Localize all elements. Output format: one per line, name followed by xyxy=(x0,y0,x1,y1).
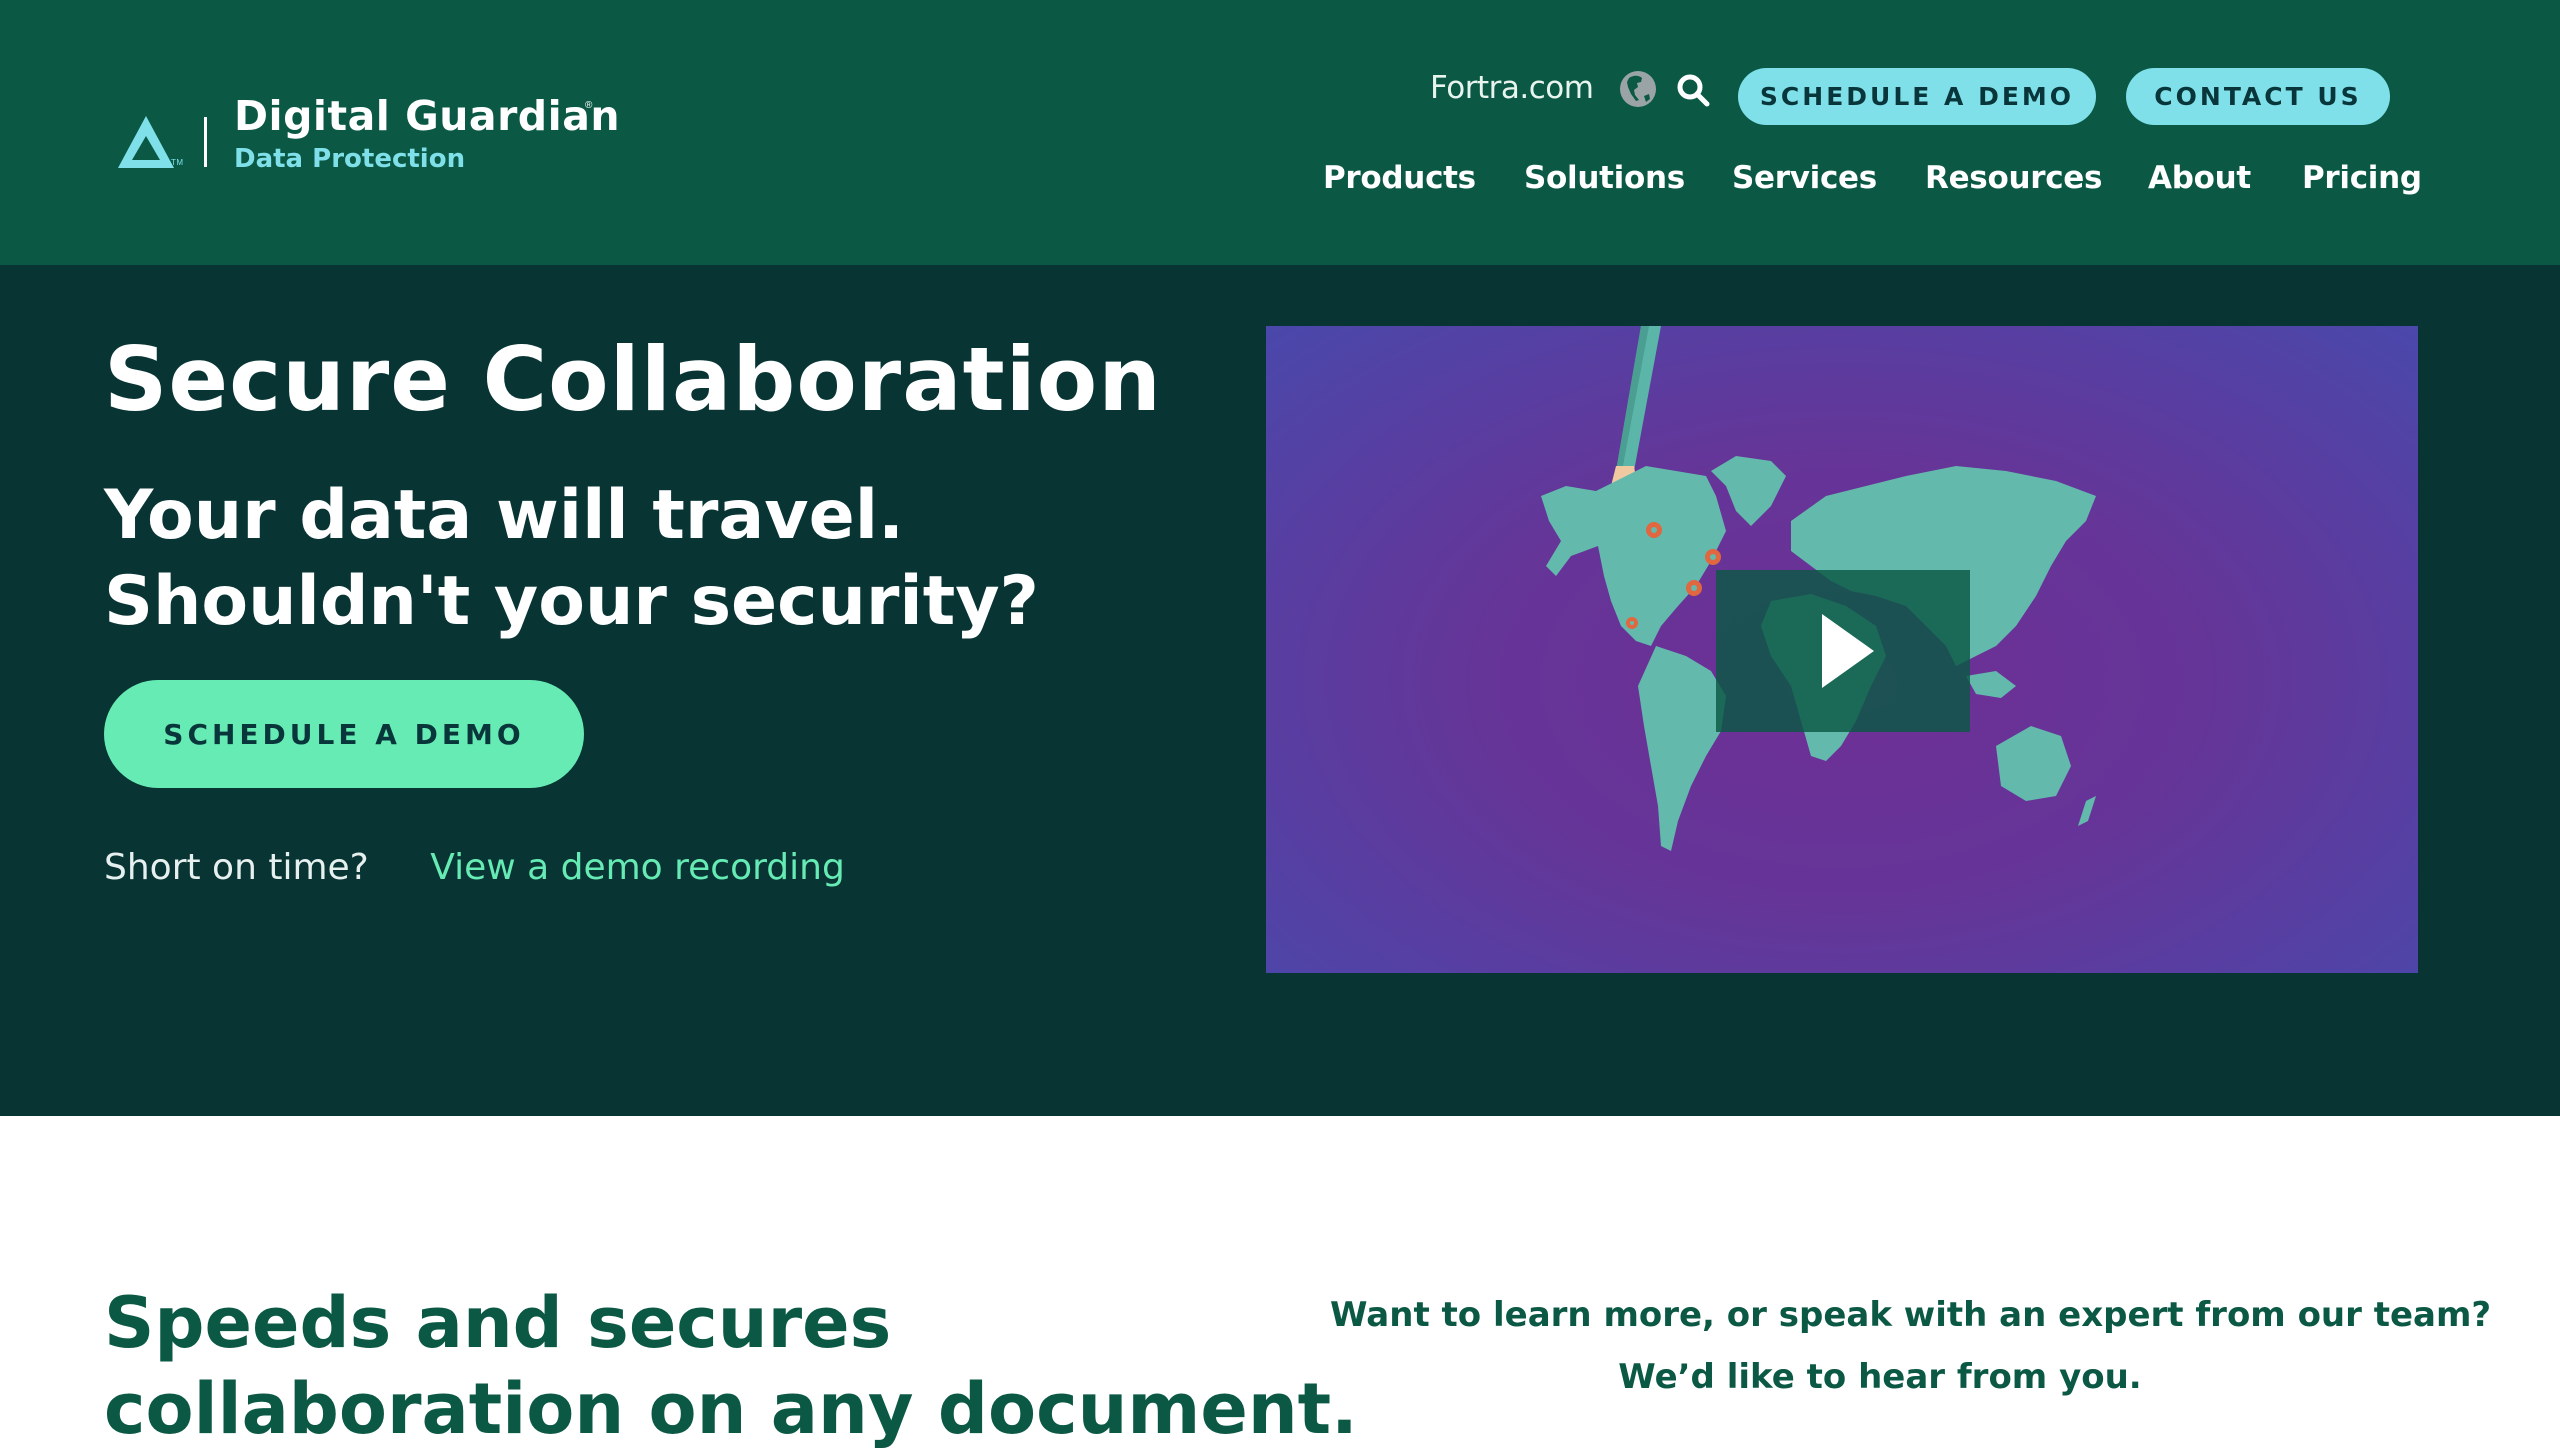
continent-australia xyxy=(1996,726,2071,801)
islands-new-zealand xyxy=(2078,796,2096,826)
short-on-time-label: Short on time? xyxy=(104,847,369,888)
view-demo-recording-link[interactable]: View a demo recording xyxy=(430,847,845,888)
logo-divider xyxy=(204,117,207,167)
nav-item-services[interactable]: Services xyxy=(1732,160,1877,196)
video-player[interactable] xyxy=(1266,326,2418,973)
section-heading-line2: collaboration on any document. xyxy=(104,1368,1358,1450)
brand-name: Digital Guardian xyxy=(234,92,621,140)
hero-section: Secure Collaboration Your data will trav… xyxy=(0,265,2560,1116)
digital-guardian-logo[interactable]: TM Digital Guardian ® Data Protection xyxy=(118,92,621,182)
logo-triangle-icon xyxy=(118,116,174,168)
islands-southeast-asia xyxy=(1966,671,2016,698)
demo-recording-row: Short on time? View a demo recording xyxy=(104,847,845,888)
nav-item-pricing[interactable]: Pricing xyxy=(2302,160,2422,196)
hero-schedule-demo-button[interactable]: SCHEDULE A DEMO xyxy=(104,680,584,788)
nav-item-about[interactable]: About xyxy=(2148,160,2251,196)
site-header: TM Digital Guardian ® Data Protection Fo… xyxy=(0,0,2560,265)
brand-subtitle: Data Protection xyxy=(234,144,466,174)
hero-subtitle: Your data will travel. Shouldn't your se… xyxy=(104,473,1039,645)
contact-prompt: Want to learn more, or speak with an exp… xyxy=(1330,1284,2492,1408)
header-schedule-demo-button[interactable]: SCHEDULE A DEMO xyxy=(1738,68,2096,125)
play-icon xyxy=(1822,614,1874,688)
fortra-link[interactable]: Fortra.com xyxy=(1430,70,1594,106)
hero-title: Secure Collaboration xyxy=(104,328,1162,431)
continent-south-america xyxy=(1638,646,1726,851)
contact-us-button[interactable]: CONTACT US xyxy=(2126,68,2390,125)
nav-item-products[interactable]: Products xyxy=(1323,160,1476,196)
contact-prompt-line2: We’d like to hear from you. xyxy=(1618,1357,2142,1397)
continent-greenland xyxy=(1711,456,1786,526)
section-heading-line1: Speeds and secures xyxy=(104,1282,892,1364)
section-heading: Speeds and secures collaboration on any … xyxy=(104,1280,1358,1452)
nav-item-solutions[interactable]: Solutions xyxy=(1524,160,1685,196)
nav-item-resources[interactable]: Resources xyxy=(1925,160,2102,196)
play-button[interactable] xyxy=(1716,570,1970,732)
trademark-symbol: TM xyxy=(171,158,184,167)
registered-mark: ® xyxy=(585,100,593,111)
hero-subtitle-line1: Your data will travel. xyxy=(104,476,904,555)
globe-icon[interactable] xyxy=(1619,70,1657,108)
search-icon[interactable] xyxy=(1676,73,1710,107)
hero-subtitle-line2: Shouldn't your security? xyxy=(104,562,1039,641)
contact-prompt-line1: Want to learn more, or speak with an exp… xyxy=(1330,1295,2492,1335)
